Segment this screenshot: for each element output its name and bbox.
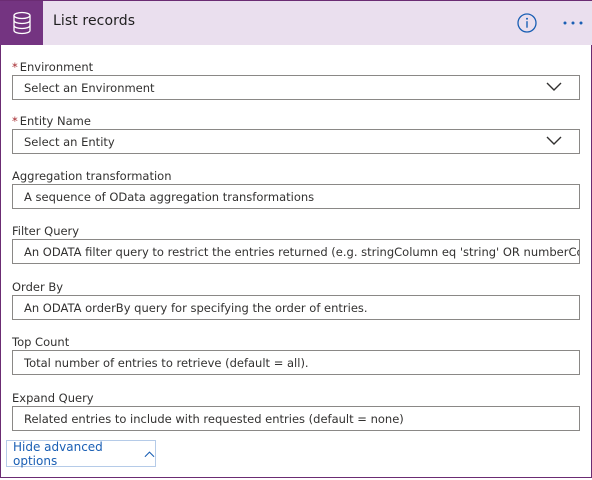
filter-query-placeholder: An ODATA filter query to restrict the en… (24, 244, 579, 259)
order-by-placeholder: An ODATA orderBy query for specifying th… (24, 300, 368, 315)
chevron-down-icon (546, 82, 562, 91)
filter-query-input[interactable]: An ODATA filter query to restrict the en… (12, 239, 580, 264)
required-marker: * (12, 114, 18, 128)
filter-query-label: Filter Query (12, 224, 80, 238)
order-by-input[interactable]: An ODATA orderBy query for specifying th… (12, 295, 580, 320)
required-marker: * (12, 60, 18, 74)
hide-advanced-options-label: Hide advanced options (13, 439, 103, 468)
order-by-label: Order By (12, 280, 64, 294)
entity-name-label: * Entity Name (12, 114, 91, 128)
aggregation-label: Aggregation transformation (12, 169, 172, 183)
expand-query-label: Expand Query (12, 391, 94, 405)
entity-name-value: Select an Entity (24, 134, 115, 149)
chevron-down-icon (546, 136, 562, 145)
top-count-input[interactable]: Total number of entries to retrieve (def… (12, 350, 580, 375)
environment-select[interactable]: Select an Environment (12, 75, 580, 100)
database-icon (0, 1, 43, 45)
action-title: List records (53, 13, 136, 29)
aggregation-placeholder: A sequence of OData aggregation transfor… (24, 189, 315, 204)
expand-query-placeholder: Related entries to include with requeste… (24, 411, 404, 426)
environment-label-text: Environment (19, 60, 94, 74)
top-count-label: Top Count (12, 335, 70, 349)
info-icon[interactable] (517, 13, 537, 33)
hide-advanced-options-button[interactable]: Hide advanced options (6, 439, 156, 468)
top-count-placeholder: Total number of entries to retrieve (def… (24, 355, 309, 370)
entity-name-select[interactable]: Select an Entity (12, 129, 580, 154)
entity-name-label-text: Entity Name (19, 114, 91, 128)
environment-value: Select an Environment (24, 80, 155, 95)
expand-query-input[interactable]: Related entries to include with requeste… (12, 406, 580, 431)
chevron-up-icon (144, 450, 155, 457)
ellipsis-icon[interactable] (562, 13, 584, 33)
action-header[interactable]: List records (0, 0, 592, 45)
aggregation-input[interactable]: A sequence of OData aggregation transfor… (12, 184, 580, 209)
environment-label: * Environment (12, 60, 93, 74)
